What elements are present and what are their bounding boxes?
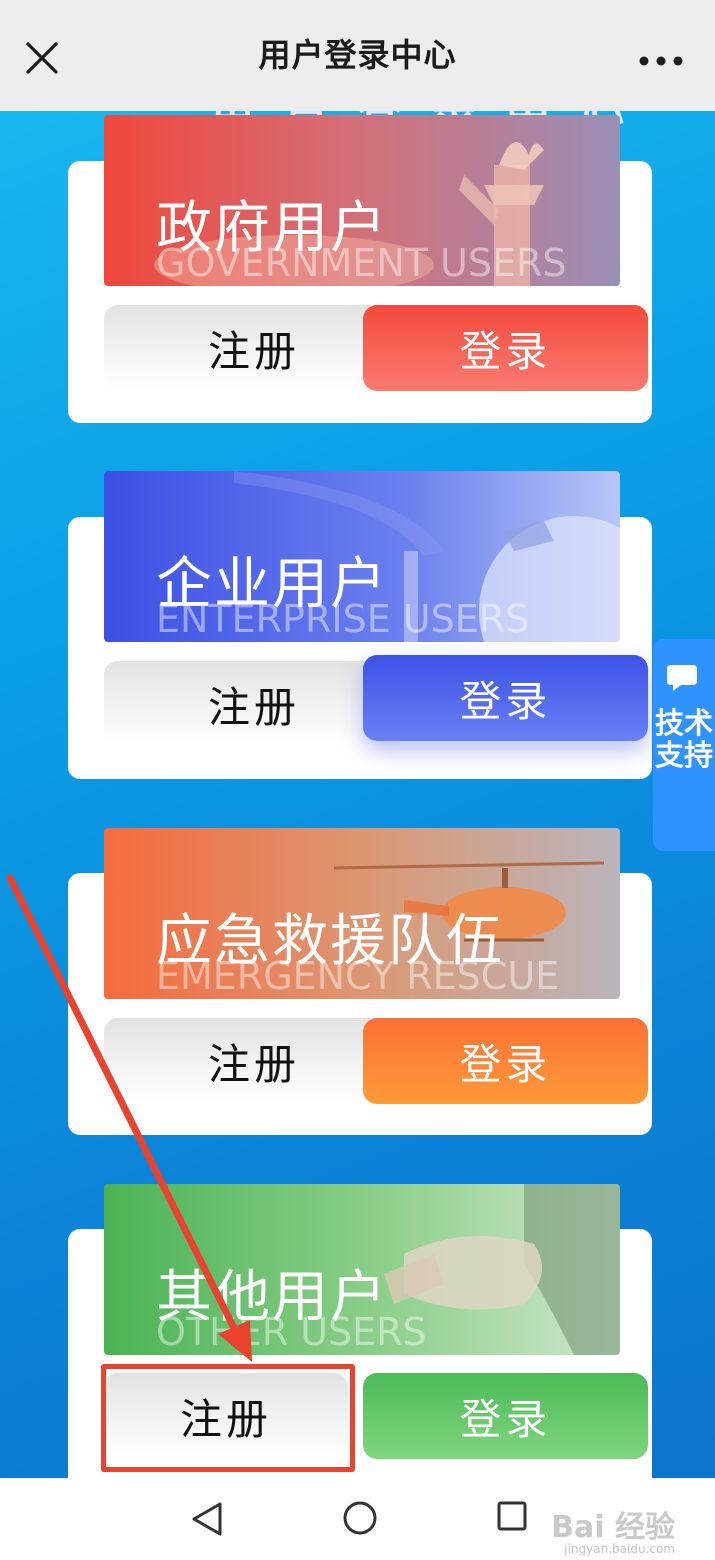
system-nav-bar: Bai 经验 jingyan.baidu.com	[0, 1478, 715, 1560]
login-button-emergency[interactable]: 登录	[363, 1018, 648, 1104]
banner-government: 政府用户 GOVERNMENT USERS	[104, 115, 620, 286]
page-title: 用户登录中心	[258, 36, 457, 74]
register-button-enterprise[interactable]: 注册	[104, 661, 404, 747]
login-button-government[interactable]: 登录	[363, 305, 648, 391]
card-subtitle: ENTERPRISE USERS	[156, 597, 530, 641]
recent-apps-icon[interactable]	[496, 1500, 528, 1532]
banner-enterprise: 企业用户 ENTERPRISE USERS	[104, 471, 620, 642]
home-icon[interactable]	[342, 1500, 378, 1536]
tech-support-tab[interactable]: 技术支持	[653, 639, 715, 851]
card-subtitle: GOVERNMENT USERS	[156, 241, 567, 285]
tech-support-label: 技术支持	[654, 706, 713, 772]
top-bar: 用户登录中心	[0, 0, 715, 111]
banner-other: 其他用户 OTHER USERS	[104, 1184, 620, 1355]
register-button-government[interactable]: 注册	[104, 305, 404, 391]
login-button-enterprise[interactable]: 登录	[363, 655, 648, 741]
watermark-logo: Bai 经验	[551, 1510, 675, 1545]
banner-emergency: 应急救援队伍 EMERGENCY RESCUE	[104, 828, 620, 999]
annotation-highlight-box	[101, 1364, 355, 1472]
card-subtitle: EMERGENCY RESCUE	[156, 954, 560, 998]
more-options-icon[interactable]	[639, 56, 683, 66]
watermark-url: jingyan.baidu.com	[564, 1542, 675, 1556]
card-subtitle: OTHER USERS	[156, 1310, 427, 1354]
main-content: 用户登录中心 政府用户 GOVERNMENT USERS 注册 登录	[0, 111, 715, 1478]
chat-icon	[667, 665, 697, 691]
login-button-other[interactable]: 登录	[363, 1373, 648, 1459]
register-button-emergency[interactable]: 注册	[104, 1018, 404, 1104]
back-icon[interactable]	[190, 1500, 224, 1538]
